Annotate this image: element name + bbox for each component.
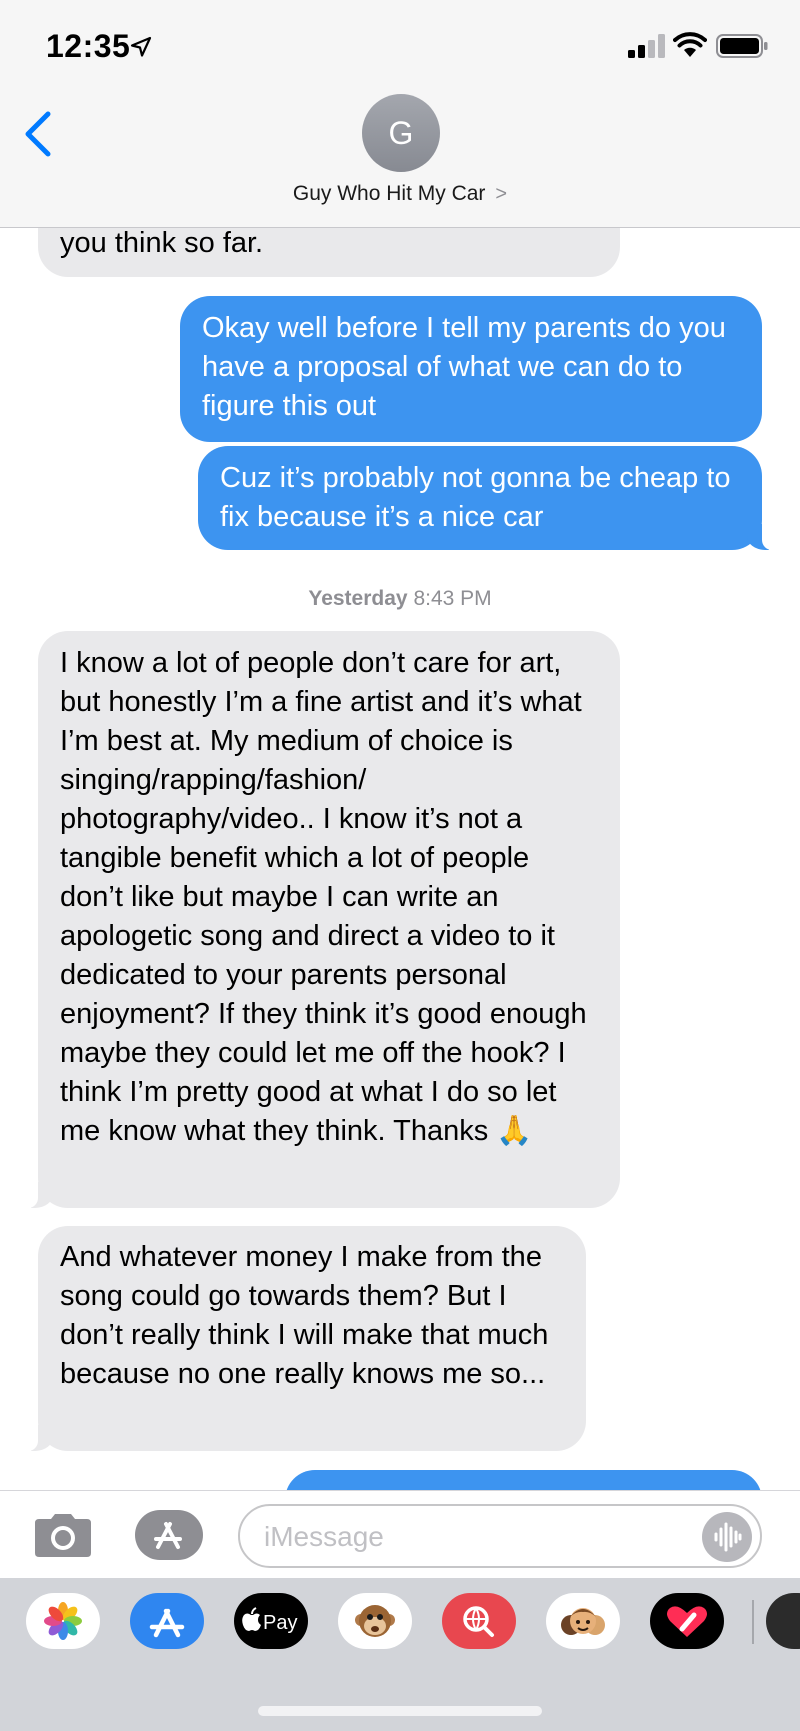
home-indicator[interactable] <box>258 1706 542 1716</box>
message-text: I know a lot of people don’t care for ar… <box>60 647 587 1147</box>
chevron-right-icon: > <box>495 183 508 205</box>
conversation-header: G Guy Who Hit My Car > <box>0 90 800 228</box>
animoji-icon[interactable] <box>338 1593 412 1649</box>
message-text: Cuz it’s probably not gonna be cheap to … <box>220 462 731 533</box>
message-text: And whatever money I make from the song … <box>60 1241 549 1390</box>
message-input-bar <box>0 1490 800 1578</box>
chevron-left-icon <box>25 111 51 157</box>
back-button[interactable] <box>18 102 58 162</box>
timestamp-time: 8:43 PM <box>413 587 492 610</box>
battery-icon <box>716 34 768 58</box>
music-icon[interactable] <box>766 1593 800 1649</box>
timestamp-day: Yesterday <box>308 587 408 610</box>
photos-icon[interactable] <box>26 1593 100 1649</box>
location-arrow-icon <box>130 36 152 57</box>
app-store-icon[interactable] <box>134 1509 206 1561</box>
message-bubble-incoming[interactable]: And whatever money I make from the song … <box>26 1226 586 1451</box>
audio-record-button[interactable] <box>702 1512 752 1562</box>
message-input[interactable] <box>264 1520 684 1554</box>
status-bar: 12:35 <box>0 0 800 90</box>
app-store-app-icon[interactable] <box>130 1593 204 1649</box>
contact-avatar[interactable]: G <box>362 94 440 172</box>
memoji-icon[interactable] <box>546 1593 620 1649</box>
image-search-icon[interactable] <box>442 1593 516 1649</box>
digital-touch-icon[interactable] <box>650 1593 724 1649</box>
app-drawer: Pay <box>0 1578 800 1731</box>
drawer-divider <box>752 1600 754 1644</box>
message-bubble-outgoing[interactable]: Okay well before I tell my parents do yo… <box>180 296 762 442</box>
contact-name: Guy Who Hit My Car <box>292 182 486 205</box>
imessage-field[interactable] <box>238 1504 762 1568</box>
status-time: 12:35 <box>46 28 131 64</box>
apple-pay-icon[interactable]: Pay <box>234 1593 308 1649</box>
wifi-icon <box>673 32 707 57</box>
message-timestamp: Yesterday 8:43 PM <box>0 587 800 611</box>
waveform-icon <box>714 1522 742 1552</box>
camera-icon[interactable] <box>32 1513 94 1559</box>
message-bubble-incoming[interactable]: I know a lot of people don’t care for ar… <box>26 631 620 1208</box>
signal-icon <box>628 34 665 58</box>
apple-pay-label: Pay <box>263 1612 297 1634</box>
contact-name-button[interactable]: Guy Who Hit My Car > <box>0 182 800 206</box>
message-bubble-outgoing[interactable]: Cuz it’s probably not gonna be cheap to … <box>198 446 774 550</box>
